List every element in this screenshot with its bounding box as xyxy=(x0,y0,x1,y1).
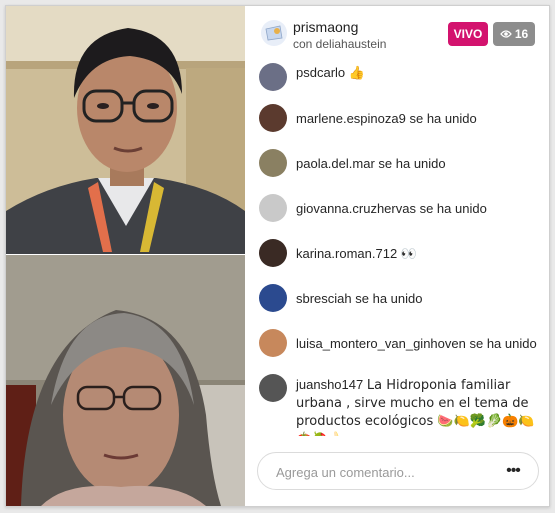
host-video-feed xyxy=(6,6,245,254)
comment-text: 👍 xyxy=(348,66,365,81)
comment-username[interactable]: psdcarlo xyxy=(296,65,345,80)
comment-item: psdcarlo 👍 xyxy=(259,63,545,91)
comment-item: giovanna.cruzhervas se ha unido xyxy=(259,194,545,222)
comment-list: psdcarlo 👍 marlene.espinoza9 se ha unido… xyxy=(245,58,549,436)
eye-icon xyxy=(499,30,512,38)
comment-avatar[interactable] xyxy=(259,239,287,267)
comment-box: ••• xyxy=(257,452,539,491)
video-area xyxy=(6,6,245,506)
comment-text: 👀 xyxy=(400,247,417,262)
comment-item: marlene.espinoza9 se ha unido xyxy=(259,104,545,132)
comment-text: se ha unido xyxy=(409,111,477,126)
comment-input[interactable] xyxy=(274,453,488,491)
comment-avatar[interactable] xyxy=(259,329,287,357)
host-avatar[interactable] xyxy=(261,20,287,46)
comment-body: giovanna.cruzhervas se ha unido xyxy=(296,200,487,217)
comment-body: luisa_montero_van_ginhoven se ha unido xyxy=(296,335,537,352)
comment-username[interactable]: marlene.espinoza9 xyxy=(296,111,406,126)
host-video xyxy=(6,6,245,254)
guest-video-feed xyxy=(6,255,245,506)
comment-item: karina.roman.712 👀 xyxy=(259,239,545,267)
guest-line[interactable]: con deliahaustein xyxy=(293,37,386,51)
comment-avatar[interactable] xyxy=(259,284,287,312)
comment-body: karina.roman.712 👀 xyxy=(296,245,417,263)
comment-username[interactable]: giovanna.cruzhervas xyxy=(296,201,416,216)
live-badge: VIVO xyxy=(448,22,488,46)
comment-avatar[interactable] xyxy=(259,63,287,91)
comment-text: se ha unido xyxy=(378,156,446,171)
host-logo-icon xyxy=(261,20,287,46)
comment-item: luisa_montero_van_ginhoven se ha unido xyxy=(259,329,545,357)
more-options-button[interactable]: ••• xyxy=(502,461,524,481)
comment-avatar[interactable] xyxy=(259,104,287,132)
comment-item: juansho147 La Hidroponia familiar urbana… xyxy=(259,374,545,436)
comment-body: juansho147 La Hidroponia familiar urbana… xyxy=(296,376,536,436)
comment-username[interactable]: luisa_montero_van_ginhoven xyxy=(296,336,466,351)
comment-text: se ha unido xyxy=(355,291,423,306)
comment-username[interactable]: sbresciah xyxy=(296,291,352,306)
viewer-count-badge[interactable]: 16 xyxy=(493,22,535,46)
live-stream-window: prismaong con deliahaustein VIVO 16 psdc… xyxy=(5,5,550,507)
comment-text: se ha unido xyxy=(469,336,537,351)
chat-panel: prismaong con deliahaustein VIVO 16 psdc… xyxy=(245,6,549,506)
comment-avatar[interactable] xyxy=(259,194,287,222)
comment-username[interactable]: paola.del.mar xyxy=(296,156,375,171)
comment-text: se ha unido xyxy=(419,201,487,216)
comment-item: sbresciah se ha unido xyxy=(259,284,545,312)
comment-username[interactable]: juansho147 xyxy=(296,377,363,392)
comment-body: paola.del.mar se ha unido xyxy=(296,155,446,172)
comment-avatar[interactable] xyxy=(259,374,287,402)
comment-body: psdcarlo 👍 xyxy=(296,64,365,82)
comment-username[interactable]: karina.roman.712 xyxy=(296,246,397,261)
stream-header: prismaong con deliahaustein VIVO 16 xyxy=(245,6,549,62)
host-username[interactable]: prismaong xyxy=(293,19,358,35)
comment-body: marlene.espinoza9 se ha unido xyxy=(296,110,477,127)
comment-avatar[interactable] xyxy=(259,149,287,177)
comment-item: paola.del.mar se ha unido xyxy=(259,149,545,177)
comment-body: sbresciah se ha unido xyxy=(296,290,423,307)
guest-video xyxy=(6,255,245,506)
viewer-count: 16 xyxy=(514,27,529,41)
